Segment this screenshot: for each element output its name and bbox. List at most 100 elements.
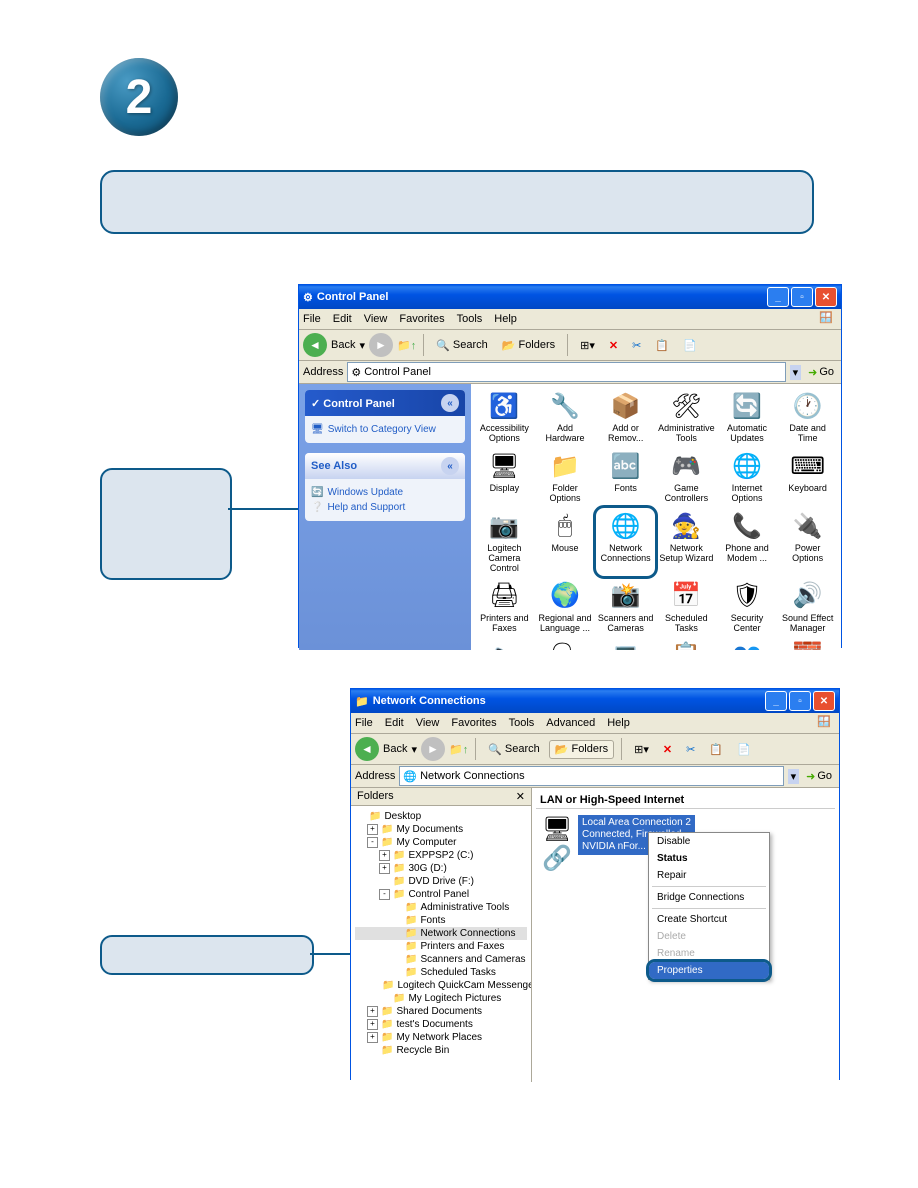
maximize-button[interactable]: ▫ bbox=[791, 287, 813, 307]
menu-edit[interactable]: Edit bbox=[333, 313, 352, 325]
cp-icon-accessibility-options[interactable]: ♿Accessibility Options bbox=[475, 388, 534, 446]
tree-item[interactable]: +📁Shared Documents bbox=[355, 1005, 527, 1018]
folders-button[interactable]: 📂 Folders bbox=[497, 337, 560, 354]
tree-item[interactable]: 📁Administrative Tools bbox=[355, 901, 527, 914]
cut-icon[interactable]: ✂ bbox=[681, 741, 700, 758]
maximize-button[interactable]: ▫ bbox=[789, 691, 811, 711]
cp-icon-user-accounts[interactable]: 👥User Accounts bbox=[718, 638, 777, 650]
back-button[interactable]: ◄ bbox=[355, 737, 379, 761]
copy-icon[interactable]: 📋 bbox=[650, 337, 674, 354]
ctx-status[interactable]: Status bbox=[649, 850, 769, 867]
cp-icon-scanners-and-cameras[interactable]: 📸Scanners and Cameras bbox=[596, 578, 655, 636]
cp-icon-taskbar-and-start-menu[interactable]: 📋Taskbar and Start Menu bbox=[657, 638, 716, 650]
expand-icon[interactable]: + bbox=[367, 1006, 378, 1017]
address-dropdown-icon[interactable]: ▾ bbox=[788, 769, 800, 784]
expand-icon[interactable]: + bbox=[367, 1032, 378, 1043]
cp-icon-system[interactable]: 💻System bbox=[596, 638, 655, 650]
cp-icon-keyboard[interactable]: ⌨Keyboard bbox=[778, 448, 837, 506]
menu-tools[interactable]: Tools bbox=[509, 717, 535, 729]
tree-item[interactable]: 📁Scanners and Cameras bbox=[355, 953, 527, 966]
tree-item[interactable]: 📁Network Connections bbox=[355, 927, 527, 940]
expand-icon[interactable]: + bbox=[379, 863, 390, 874]
back-dropdown-icon[interactable]: ▾ bbox=[359, 339, 365, 352]
cp-icon-scheduled-tasks[interactable]: 📅Scheduled Tasks bbox=[657, 578, 716, 636]
cp-icon-add-or-remov-[interactable]: 📦Add or Remov... bbox=[596, 388, 655, 446]
tree-item[interactable]: 📁Desktop bbox=[355, 810, 527, 823]
address-input[interactable]: ⚙ Control Panel bbox=[347, 362, 785, 382]
cp-icon-sound-effect-manager[interactable]: 🔊Sound Effect Manager bbox=[778, 578, 837, 636]
expand-icon[interactable]: + bbox=[379, 850, 390, 861]
cp-icon-automatic-updates[interactable]: 🔄Automatic Updates bbox=[718, 388, 777, 446]
up-icon[interactable]: 📁↑ bbox=[449, 743, 468, 756]
menu-favorites[interactable]: Favorites bbox=[399, 313, 444, 325]
forward-button[interactable]: ► bbox=[369, 333, 393, 357]
cp-icon-speech[interactable]: 🗣Speech bbox=[536, 638, 595, 650]
menu-view[interactable]: View bbox=[416, 717, 440, 729]
cp-icon-internet-options[interactable]: 🌐Internet Options bbox=[718, 448, 777, 506]
tree-item[interactable]: +📁EXPPSP2 (C:) bbox=[355, 849, 527, 862]
tree-item[interactable]: 📁Logitech QuickCam Messenger bbox=[355, 979, 527, 992]
search-button[interactable]: 🔍 Search bbox=[431, 337, 493, 354]
cp-icon-date-and-time[interactable]: 🕐Date and Time bbox=[778, 388, 837, 446]
back-button[interactable]: ◄ bbox=[303, 333, 327, 357]
ctx-properties[interactable]: Properties bbox=[649, 962, 769, 979]
cp-icon-windows-firewall[interactable]: 🧱Windows Firewall bbox=[778, 638, 837, 650]
cp-icon-network-setup-wizard[interactable]: 🧙Network Setup Wizard bbox=[657, 508, 716, 576]
ctx-disable[interactable]: Disable bbox=[649, 833, 769, 850]
cp-icon-regional-and-language-[interactable]: 🌍Regional and Language ... bbox=[536, 578, 595, 636]
close-button[interactable]: ✕ bbox=[813, 691, 835, 711]
tree-item[interactable]: 📁Recycle Bin bbox=[355, 1044, 527, 1057]
switch-to-category-link[interactable]: 🖥 Switch to Category View bbox=[311, 422, 459, 437]
tree-item[interactable]: 📁Scheduled Tasks bbox=[355, 966, 527, 979]
cp-icon-security-center[interactable]: 🛡Security Center bbox=[718, 578, 777, 636]
menu-file[interactable]: File bbox=[303, 313, 321, 325]
cut-icon[interactable]: ✂ bbox=[627, 337, 646, 354]
cp-icon-game-controllers[interactable]: 🎮Game Controllers bbox=[657, 448, 716, 506]
views-button[interactable]: ⊞▾ bbox=[575, 337, 600, 354]
expand-icon[interactable]: - bbox=[379, 889, 390, 900]
delete-icon[interactable]: ✕ bbox=[658, 741, 677, 758]
menu-edit[interactable]: Edit bbox=[385, 717, 404, 729]
cp-icon-network-connections[interactable]: 🌐Network Connections bbox=[596, 508, 655, 576]
ctx-repair[interactable]: Repair bbox=[649, 867, 769, 884]
windows-update-link[interactable]: 🔄 Windows Update bbox=[311, 485, 459, 500]
folders-button[interactable]: 📂 Folders bbox=[549, 740, 614, 759]
menu-file[interactable]: File bbox=[355, 717, 373, 729]
address-dropdown-icon[interactable]: ▾ bbox=[790, 365, 802, 380]
cp-icon-sounds-and-audio-devices[interactable]: 🔈Sounds and Audio Devices bbox=[475, 638, 534, 650]
tree-item[interactable]: +📁test's Documents bbox=[355, 1018, 527, 1031]
tree-item[interactable]: -📁Control Panel bbox=[355, 888, 527, 901]
search-button[interactable]: 🔍 Search bbox=[483, 741, 545, 758]
expand-icon[interactable]: - bbox=[367, 837, 378, 848]
copy-icon[interactable]: 📋 bbox=[704, 741, 728, 758]
cp-icon-display[interactable]: 🖥Display bbox=[475, 448, 534, 506]
tree-item[interactable]: 📁Printers and Faxes bbox=[355, 940, 527, 953]
tree-item[interactable]: +📁My Documents bbox=[355, 823, 527, 836]
paste-icon[interactable]: 📄 bbox=[678, 337, 702, 354]
tree-item[interactable]: +📁My Network Places bbox=[355, 1031, 527, 1044]
cp-icon-phone-and-modem-[interactable]: 📞Phone and Modem ... bbox=[718, 508, 777, 576]
help-support-link[interactable]: ❔ Help and Support bbox=[311, 500, 459, 515]
cp-icon-mouse[interactable]: 🖱Mouse bbox=[536, 508, 595, 576]
cp-icon-administrative-tools[interactable]: 🛠Administrative Tools bbox=[657, 388, 716, 446]
ctx-create-shortcut[interactable]: Create Shortcut bbox=[649, 911, 769, 928]
menu-help[interactable]: Help bbox=[494, 313, 517, 325]
go-button[interactable]: ➜ Go bbox=[803, 770, 835, 783]
paste-icon[interactable]: 📄 bbox=[732, 741, 756, 758]
back-dropdown-icon[interactable]: ▾ bbox=[411, 743, 417, 756]
forward-button[interactable]: ► bbox=[421, 737, 445, 761]
menu-advanced[interactable]: Advanced bbox=[546, 717, 595, 729]
tree-item[interactable]: 📁My Logitech Pictures bbox=[355, 992, 527, 1005]
close-button[interactable]: ✕ bbox=[815, 287, 837, 307]
tree-item[interactable]: 📁Fonts bbox=[355, 914, 527, 927]
menu-view[interactable]: View bbox=[364, 313, 388, 325]
minimize-button[interactable]: _ bbox=[767, 287, 789, 307]
cp-icon-power-options[interactable]: 🔌Power Options bbox=[778, 508, 837, 576]
expand-icon[interactable]: + bbox=[367, 1019, 378, 1030]
cp-icon-add-hardware[interactable]: 🔧Add Hardware bbox=[536, 388, 595, 446]
tree-item[interactable]: -📁My Computer bbox=[355, 836, 527, 849]
expand-icon[interactable]: + bbox=[367, 824, 378, 835]
collapse-icon[interactable]: « bbox=[441, 457, 459, 475]
views-button[interactable]: ⊞▾ bbox=[629, 741, 654, 758]
cp-icon-fonts[interactable]: 🔤Fonts bbox=[596, 448, 655, 506]
